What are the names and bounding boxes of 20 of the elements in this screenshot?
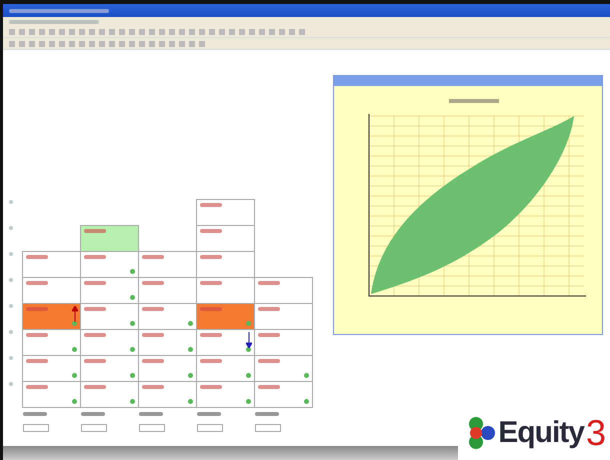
checkbox-row[interactable] xyxy=(139,424,165,432)
scroll-bar[interactable] xyxy=(3,446,458,460)
up-arrow-icon xyxy=(72,306,78,322)
logo-digit: 3 xyxy=(586,412,606,454)
down-arrow-icon xyxy=(246,332,252,348)
grid-cell[interactable] xyxy=(254,277,313,304)
checkbox-row[interactable] xyxy=(23,424,49,432)
grid-cell[interactable] xyxy=(22,303,81,330)
grid-cell[interactable] xyxy=(196,303,255,330)
checkbox-row[interactable] xyxy=(81,424,107,432)
grid-cell[interactable] xyxy=(22,251,81,278)
logo-text: Equity xyxy=(498,416,584,450)
logo-icon xyxy=(466,416,496,450)
grid-cell[interactable] xyxy=(196,199,255,226)
grid-cell[interactable] xyxy=(254,381,313,408)
checkbox-row[interactable] xyxy=(255,424,281,432)
grid-cell[interactable] xyxy=(196,225,255,252)
grid-cell[interactable] xyxy=(80,225,139,252)
checkbox-row[interactable] xyxy=(197,424,223,432)
grid-cell[interactable] xyxy=(22,381,81,408)
